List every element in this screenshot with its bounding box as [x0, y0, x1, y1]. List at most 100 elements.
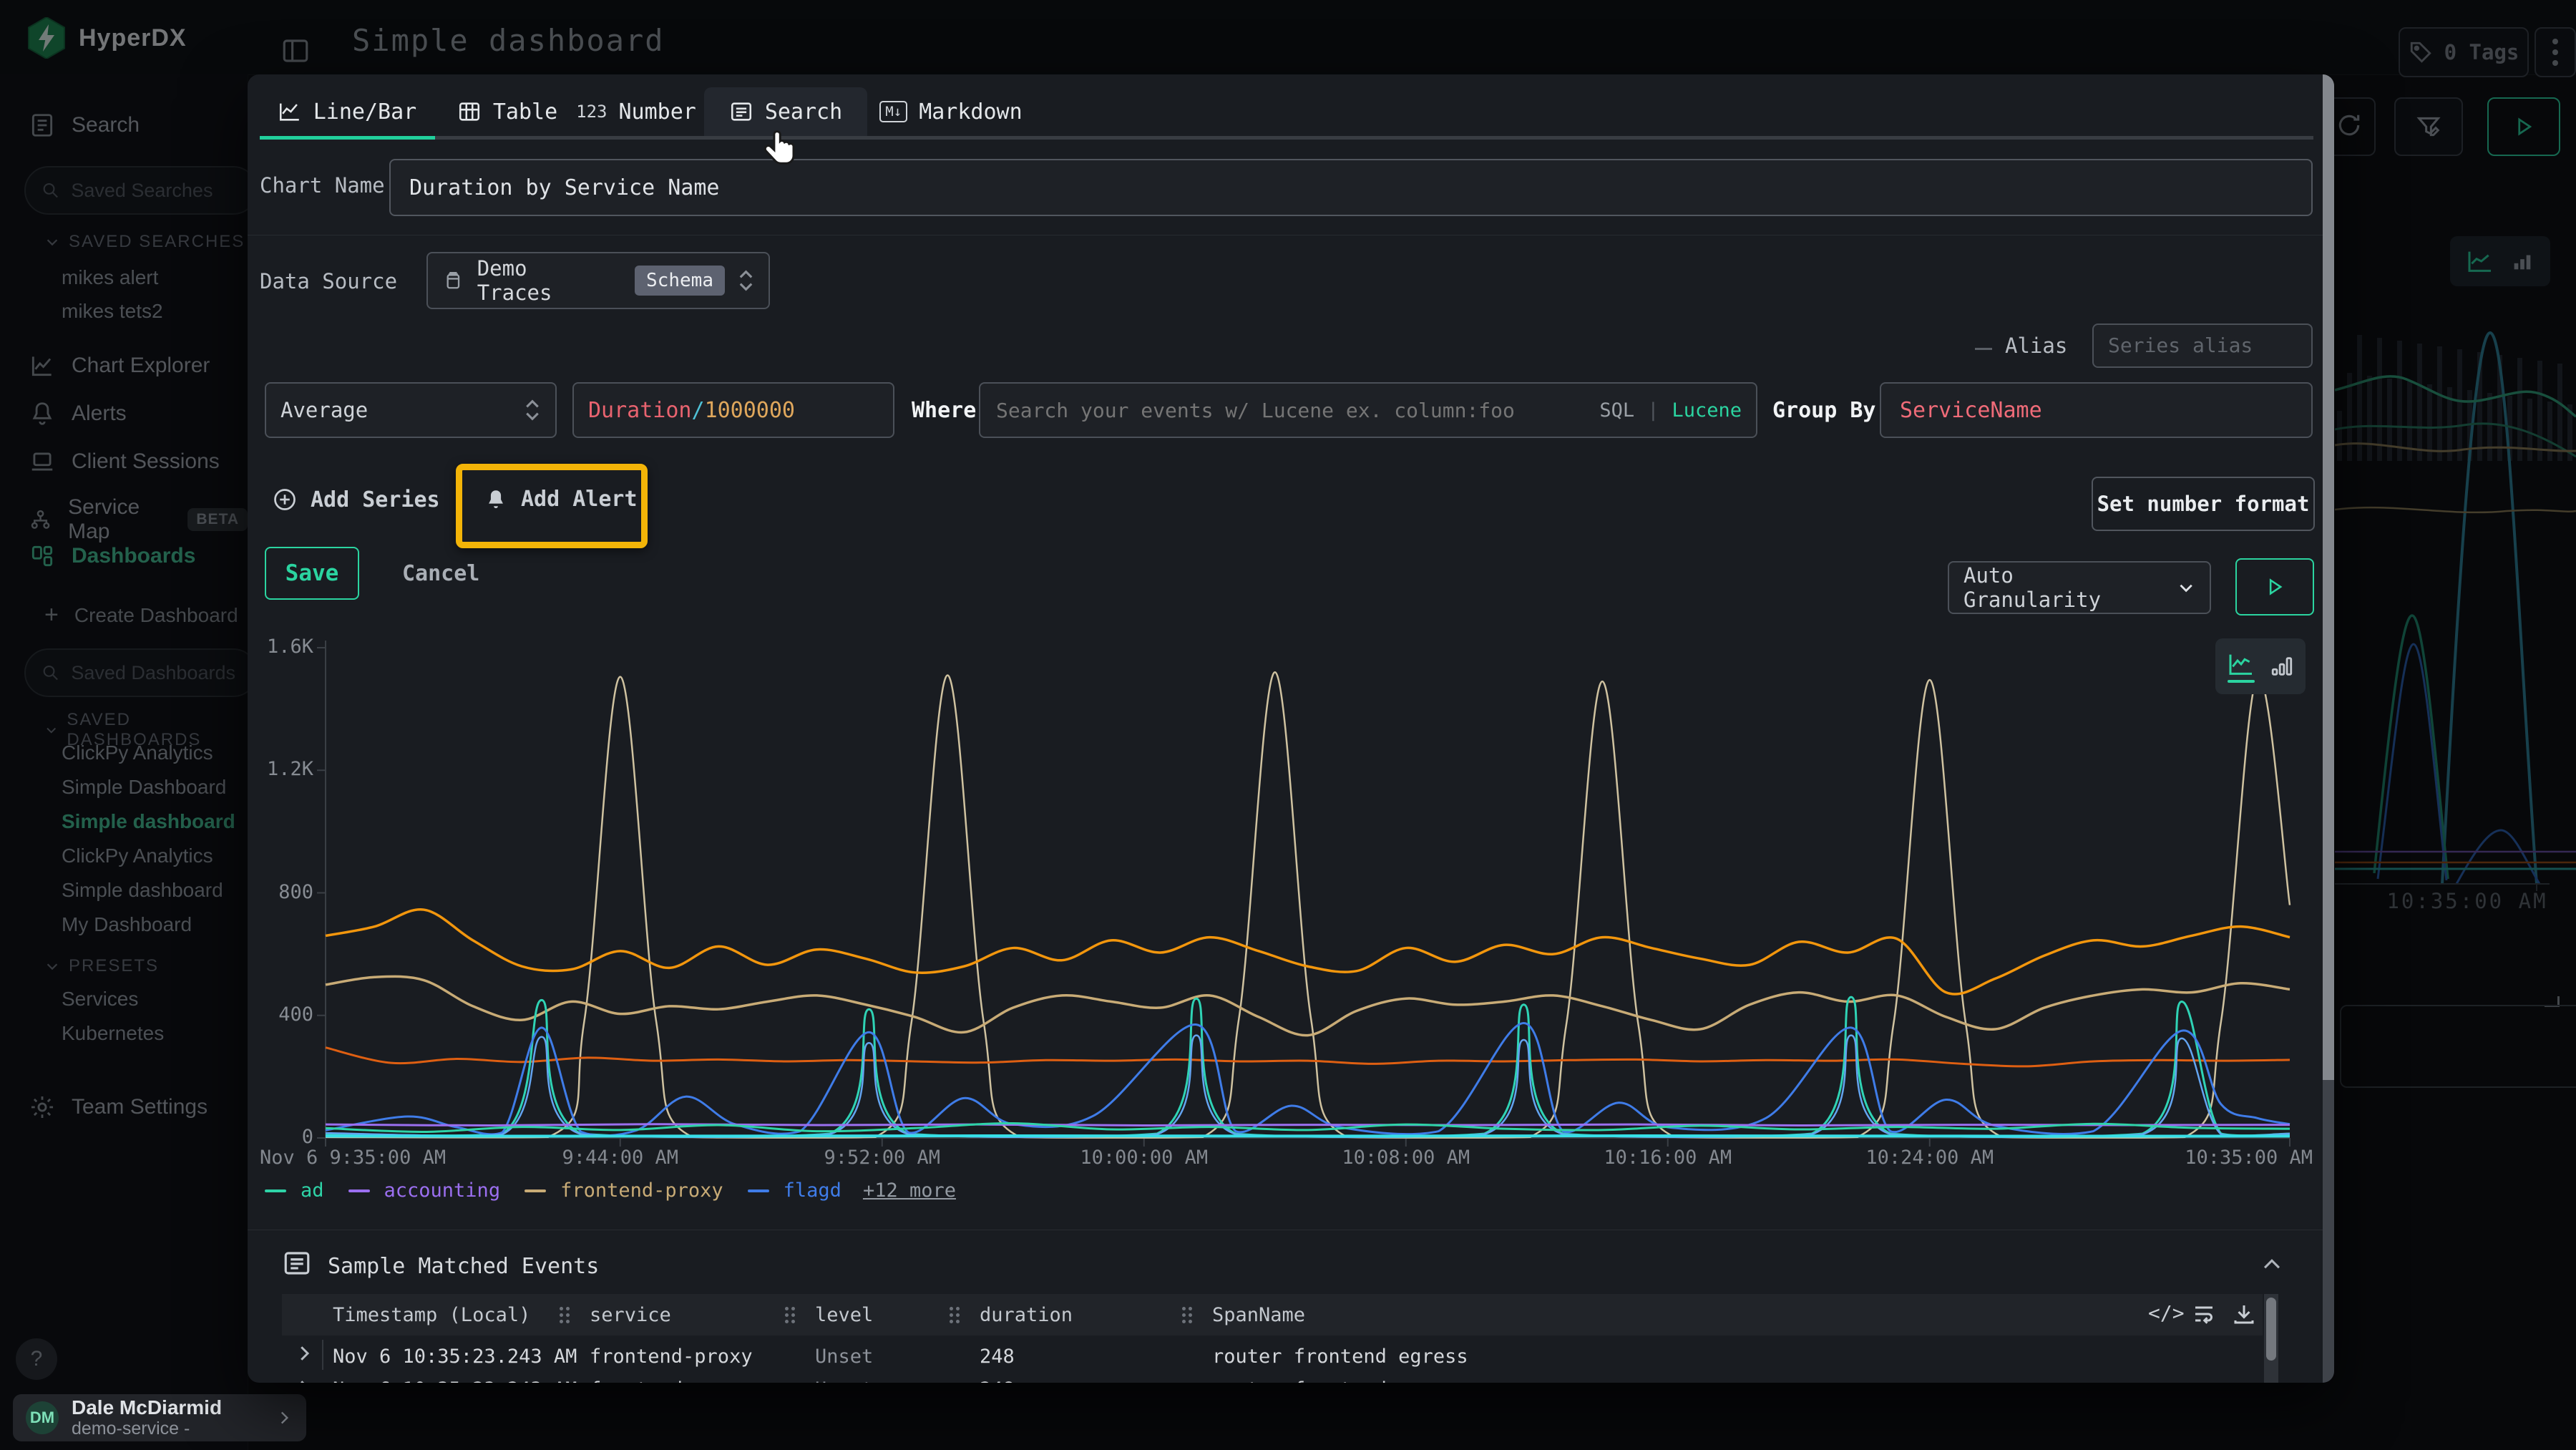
mouse-cursor [760, 129, 803, 175]
add-series-button[interactable]: Add Series [272, 487, 440, 512]
cell-timestamp[interactable]: Nov 6 10:35:23.243 AM [333, 1346, 577, 1368]
chart-series-dark-orange-flat [326, 1048, 2290, 1066]
x-tick-label: 10:00:00 AM [1037, 1147, 1252, 1169]
collapse-section-button[interactable] [2260, 1252, 2284, 1277]
view-code-button[interactable]: </> [2148, 1301, 2185, 1325]
bar-chart-icon[interactable] [2270, 652, 2294, 681]
save-label: Save [286, 560, 339, 586]
line-chart-icon [278, 99, 302, 124]
drag-handle-icon[interactable] [785, 1307, 796, 1324]
tab-track [260, 136, 2313, 140]
modal-scrollbar-thumb[interactable] [2323, 74, 2334, 1080]
tab-line-bar[interactable]: Line/Bar [259, 87, 435, 136]
x-tick-label: 9:44:00 AM [513, 1147, 728, 1169]
drag-handle-icon[interactable] [950, 1307, 960, 1324]
aggregation-select[interactable]: Average [265, 382, 557, 438]
list-icon [729, 99, 753, 124]
granularity-select[interactable]: Auto Granularity [1948, 561, 2211, 614]
chart-name-label: Chart Name [260, 173, 385, 198]
x-tick-label: Nov 6 9:35:00 AM [260, 1147, 446, 1169]
cell-level[interactable]: Unset [815, 1378, 873, 1383]
alias-label: Alias [2005, 334, 2067, 358]
legend-dash [265, 1189, 286, 1192]
user-card[interactable]: DM Dale McDiarmid demo-service - [13, 1394, 306, 1441]
data-source-select[interactable]: Demo Traces Schema [426, 252, 770, 309]
alias-field[interactable] [2092, 323, 2313, 368]
tab-markdown[interactable]: M↓ Markdown [873, 87, 1029, 136]
drag-handle-icon[interactable] [1182, 1307, 1193, 1324]
x-tick-label: 10:08:00 AM [1299, 1147, 1513, 1169]
y-tick-label: 800 [248, 881, 313, 903]
group-by-field[interactable] [1880, 382, 2313, 438]
expand-row-button[interactable] [293, 1343, 315, 1364]
chart-legend: ad accounting frontend-proxy flagd +12 m… [265, 1179, 956, 1202]
alias-dash [1975, 348, 1992, 350]
legend-item[interactable]: accounting [384, 1179, 501, 1202]
schema-badge: Schema [635, 266, 725, 296]
save-button[interactable]: Save [265, 547, 359, 600]
y-tick-label: 400 [248, 1003, 313, 1026]
line-chart-icon[interactable] [2227, 650, 2255, 683]
sample-events-icon [282, 1248, 312, 1278]
y-tick-label: 1.6K [248, 636, 313, 658]
timeseries-chart[interactable] [326, 637, 2290, 1149]
data-source-label: Data Source [260, 269, 397, 293]
where-field[interactable]: SQL | Lucene [979, 382, 1757, 438]
table-scrollbar[interactable] [2264, 1294, 2278, 1383]
set-number-format-button[interactable]: Set number format [2092, 477, 2315, 531]
where-input[interactable] [995, 398, 1586, 423]
table-scrollbar-thumb[interactable] [2266, 1298, 2276, 1361]
sql-toggle[interactable]: SQL [1599, 399, 1634, 422]
column-header[interactable]: SpanName [1212, 1304, 1305, 1326]
database-icon [442, 269, 464, 292]
tab-label: Line/Bar [313, 99, 417, 125]
group-by-input[interactable] [1881, 384, 2311, 437]
chart-name-field[interactable] [389, 159, 2313, 216]
lucene-toggle[interactable]: Lucene [1672, 399, 1742, 422]
column-header[interactable]: duration [980, 1304, 1073, 1326]
column-header[interactable]: Timestamp (Local) [333, 1304, 530, 1326]
expand-row-button[interactable] [293, 1377, 315, 1383]
legend-item[interactable]: ad [301, 1179, 324, 1202]
cell-spanname[interactable]: router frontend egress [1212, 1378, 1468, 1383]
legend-item[interactable]: flagd [784, 1179, 841, 1202]
cell-level[interactable]: Unset [815, 1346, 873, 1368]
legend-dash [525, 1189, 546, 1192]
metric-expression-field[interactable]: Duration/1000000 [572, 382, 894, 438]
chevron-right-icon [275, 1408, 293, 1427]
column-header[interactable]: service [590, 1304, 671, 1326]
cancel-button[interactable]: Cancel [402, 561, 479, 586]
run-chart-button[interactable] [2235, 558, 2314, 615]
drag-handle-icon[interactable] [560, 1307, 570, 1324]
tab-table[interactable]: Table [448, 87, 567, 136]
table-icon [457, 99, 482, 124]
cell-duration[interactable]: 248 [980, 1346, 1015, 1368]
alias-input[interactable] [2094, 325, 2311, 366]
updown-chevrons-icon [524, 398, 541, 422]
data-source-value: Demo Traces [477, 256, 609, 305]
chart-name-input[interactable] [391, 160, 2311, 215]
cell-service[interactable]: frontend-proxy [590, 1346, 753, 1368]
download-button[interactable] [2231, 1301, 2257, 1327]
tab-label: Table [493, 99, 557, 125]
number-icon: 123 [576, 102, 607, 122]
x-tick-label: 10:24:00 AM [1823, 1147, 2037, 1169]
tab-number[interactable]: 123 Number [570, 87, 703, 136]
play-icon [2265, 577, 2285, 597]
cell-duration[interactable]: 248 [980, 1378, 1015, 1383]
chart-type-toggle[interactable] [2215, 638, 2306, 694]
cell-spanname[interactable]: router frontend egress [1212, 1346, 1468, 1368]
legend-dash [748, 1189, 769, 1192]
wrap-lines-button[interactable] [2191, 1301, 2217, 1327]
modal-scrollbar[interactable] [2323, 74, 2334, 1383]
y-tick-label: 1.2K [248, 758, 313, 780]
legend-more-button[interactable]: +12 more [863, 1179, 956, 1202]
column-header[interactable]: level [815, 1304, 873, 1326]
chart-series-accounting [326, 1124, 2290, 1126]
legend-item[interactable]: frontend-proxy [560, 1179, 723, 1202]
add-series-label: Add Series [311, 487, 440, 512]
circle-plus-icon [272, 487, 298, 512]
cell-timestamp[interactable]: Nov 6 10:35:23.243 AM [333, 1378, 577, 1383]
updown-chevrons-icon [738, 268, 754, 293]
cell-service[interactable]: frontend-proxy [590, 1378, 753, 1383]
